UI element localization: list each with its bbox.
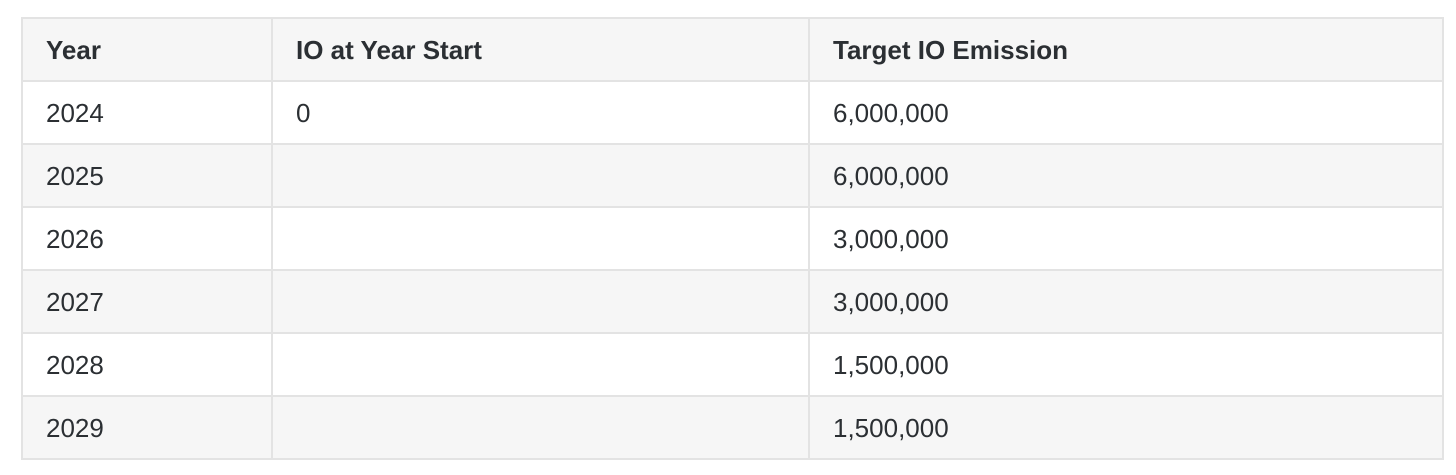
table-row: 2028 1,500,000 — [21, 332, 1444, 397]
cell-io-at-year-start — [271, 395, 810, 460]
cell-target-io-emission: 1,500,000 — [808, 332, 1444, 397]
header-year: Year — [21, 17, 273, 82]
header-target-io-emission: Target IO Emission — [808, 17, 1444, 82]
cell-year: 2028 — [21, 332, 273, 397]
table-row: 2024 0 6,000,000 — [21, 80, 1444, 145]
cell-io-at-year-start — [271, 143, 810, 208]
cell-io-at-year-start — [271, 332, 810, 397]
cell-target-io-emission: 3,000,000 — [808, 206, 1444, 271]
emission-table-container: Year IO at Year Start Target IO Emission… — [21, 17, 1444, 460]
header-io-at-year-start: IO at Year Start — [271, 17, 810, 82]
cell-io-at-year-start — [271, 269, 810, 334]
table-row: 2025 6,000,000 — [21, 143, 1444, 208]
cell-year: 2027 — [21, 269, 273, 334]
emission-table: Year IO at Year Start Target IO Emission… — [21, 17, 1444, 460]
table-row: 2026 3,000,000 — [21, 206, 1444, 271]
cell-year: 2024 — [21, 80, 273, 145]
cell-year: 2025 — [21, 143, 273, 208]
cell-target-io-emission: 3,000,000 — [808, 269, 1444, 334]
cell-target-io-emission: 6,000,000 — [808, 80, 1444, 145]
table-row: 2029 1,500,000 — [21, 395, 1444, 460]
cell-io-at-year-start — [271, 206, 810, 271]
cell-year: 2026 — [21, 206, 273, 271]
cell-target-io-emission: 1,500,000 — [808, 395, 1444, 460]
table-row: 2027 3,000,000 — [21, 269, 1444, 334]
cell-io-at-year-start: 0 — [271, 80, 810, 145]
cell-year: 2029 — [21, 395, 273, 460]
cell-target-io-emission: 6,000,000 — [808, 143, 1444, 208]
table-header-row: Year IO at Year Start Target IO Emission — [21, 17, 1444, 82]
